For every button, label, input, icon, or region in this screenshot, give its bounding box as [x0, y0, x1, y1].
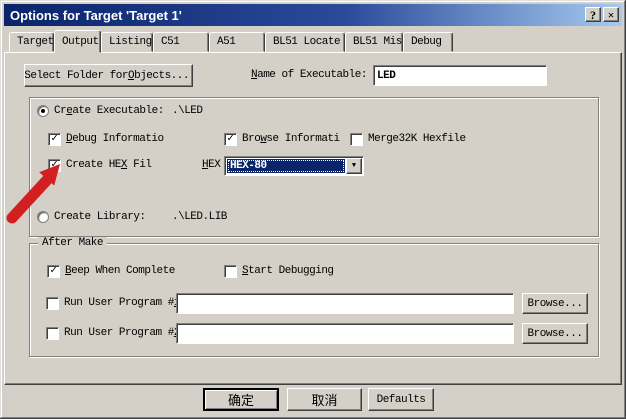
output-tab-page: Select Folder for Objects... Name of Exe…	[4, 52, 622, 385]
browse-information-checkbox[interactable]: ✓	[224, 133, 237, 146]
run-user-program-1-input[interactable]	[176, 293, 514, 314]
dropdown-button[interactable]: ▼	[346, 158, 362, 174]
create-library-radio[interactable]	[37, 211, 49, 223]
tab-listing[interactable]: Listing	[101, 32, 153, 52]
after-make-title: After Make	[38, 237, 107, 250]
run-user-program-1-label: Run User Program #1	[64, 297, 180, 310]
ok-button[interactable]: 确定	[203, 388, 279, 411]
beep-when-complete-checkbox[interactable]: ✓	[47, 265, 60, 278]
run-user-program-2-label: Run User Program #2	[64, 327, 180, 340]
debug-information-checkbox[interactable]: ✓	[48, 133, 61, 146]
after-make-group: After Make ✓ Beep When Complete Start De…	[29, 243, 599, 357]
hex-format-select[interactable]: HEX-80 ▼	[224, 156, 364, 176]
chevron-down-icon: ▼	[352, 163, 356, 170]
tab-debug[interactable]: Debug	[403, 32, 453, 52]
titlebar[interactable]: Options for Target 'Target 1' ? ×	[4, 4, 622, 26]
create-hex-file-label: Create HEX Fil	[66, 159, 151, 172]
start-debugging-checkbox[interactable]	[224, 265, 237, 278]
tab-c51[interactable]: C51	[153, 32, 209, 52]
browse-1-button[interactable]: Browse...	[522, 293, 588, 314]
tab-a51[interactable]: A51	[209, 32, 265, 52]
create-executable-path: .\LED	[172, 105, 203, 118]
start-debugging-label: Start Debugging	[242, 265, 334, 278]
create-library-path: .\LED.LIB	[172, 211, 227, 224]
create-hex-file-checkbox[interactable]: ✓	[48, 159, 61, 172]
merge32k-hexfile-checkbox[interactable]	[350, 133, 363, 146]
create-executable-radio[interactable]	[37, 105, 49, 117]
hex-format-label: HEX	[202, 159, 220, 172]
hex-format-value: HEX-80	[227, 159, 345, 173]
name-of-executable-label: Name of Executable:	[251, 69, 367, 82]
help-icon: ?	[590, 9, 596, 21]
tab-target[interactable]: Target	[9, 32, 54, 52]
check-icon: ✓	[50, 266, 57, 277]
debug-information-label: Debug Informatio	[66, 133, 164, 146]
create-library-label: Create Library:	[54, 211, 146, 224]
browse-2-button[interactable]: Browse...	[522, 323, 588, 344]
window-title: Options for Target 'Target 1'	[10, 8, 182, 23]
name-of-executable-input[interactable]	[373, 65, 547, 86]
close-icon: ×	[608, 9, 615, 21]
executable-group: Create Executable: .\LED ✓ Debug Informa…	[29, 97, 599, 237]
create-executable-label: Create Executable:	[54, 105, 164, 118]
defaults-button[interactable]: Defaults	[368, 388, 434, 411]
options-dialog: Options for Target 'Target 1' ? × Target…	[0, 0, 626, 419]
tab-bl51-misc[interactable]: BL51 Misc	[345, 32, 403, 52]
check-icon: ✓	[227, 134, 234, 145]
cancel-button[interactable]: 取消	[287, 388, 362, 411]
tab-bl51-locate[interactable]: BL51 Locate	[265, 32, 345, 52]
select-folder-button[interactable]: Select Folder for Objects...	[24, 64, 193, 87]
beep-when-complete-label: Beep When Complete	[65, 265, 175, 278]
check-icon: ✓	[51, 160, 58, 171]
tab-strip: Target Output Listing C51 A51 BL51 Locat…	[4, 29, 622, 52]
check-icon: ✓	[51, 134, 58, 145]
merge32k-hexfile-label: Merge32K Hexfile	[368, 133, 466, 146]
radio-dot-icon	[41, 109, 45, 113]
tab-output[interactable]: Output	[54, 30, 101, 53]
close-button[interactable]: ×	[603, 7, 619, 22]
run-user-program-2-checkbox[interactable]	[46, 327, 59, 340]
help-button[interactable]: ?	[585, 7, 601, 22]
run-user-program-2-input[interactable]	[176, 323, 514, 344]
browse-information-label: Browse Informati	[242, 133, 340, 146]
run-user-program-1-checkbox[interactable]	[46, 297, 59, 310]
